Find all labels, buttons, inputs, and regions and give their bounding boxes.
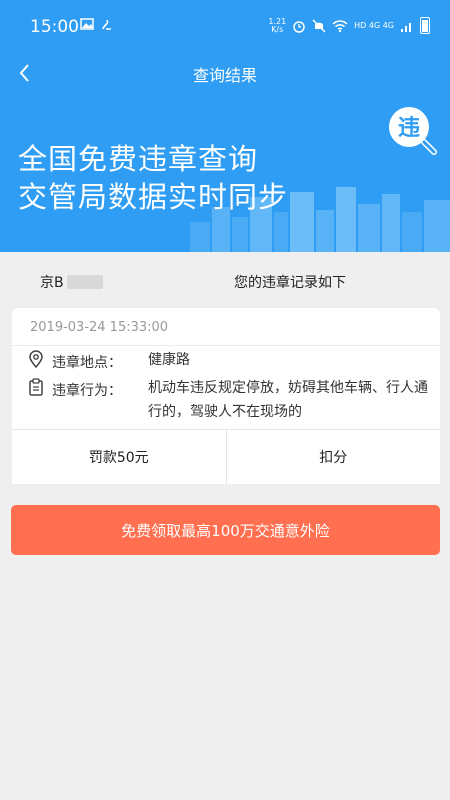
banner-subheadline: 交管局数据实时同步 — [18, 180, 289, 214]
insurance-button[interactable]: 免费领取最高100万交通意外险 — [11, 505, 440, 555]
page-title: 查询结果 — [192, 66, 257, 85]
clipboard-icon — [29, 378, 43, 396]
plate-text: 京B — [40, 275, 64, 291]
signal-icon — [401, 22, 411, 32]
banner-headline: 全国免费违章查询 — [18, 142, 259, 176]
location-pin-icon — [29, 350, 43, 368]
network-label: HD 4G 4G — [354, 21, 394, 30]
location-value: 健康路 — [148, 352, 190, 368]
notification-icon — [102, 19, 111, 30]
location-label: 违章地点： — [52, 355, 122, 371]
status-left-icons — [80, 17, 114, 31]
promo-banner: 全国免费违章查询 交管局数据实时同步 违 — [0, 94, 450, 252]
wifi-icon — [332, 19, 348, 32]
plate-redaction — [66, 275, 103, 289]
status-time: 15:00 — [30, 17, 79, 37]
badge-char: 违 — [398, 115, 420, 141]
behavior-value: 机动车违反规定停放，妨碍其他车辆、行人通行的，驾驶人不在现场的 — [148, 380, 428, 420]
violation-time: 2019-03-24 15:33:00 — [30, 320, 169, 335]
battery-icon — [420, 17, 430, 34]
summary-row: 京B 您的违章记录如下 — [0, 252, 450, 308]
license-plate: 京B — [40, 272, 103, 292]
records-hint: 您的违章记录如下 — [234, 275, 346, 291]
alarm-icon — [293, 20, 305, 33]
net-speed-unit: K/s — [271, 24, 284, 34]
image-icon — [80, 18, 94, 30]
divider — [12, 345, 440, 346]
violation-actions: 罚款50元 扣分 — [12, 429, 440, 484]
net-speed: 1.21 K/s — [268, 17, 286, 34]
nav-bar: 查询结果 — [0, 52, 450, 94]
violation-card: 2019-03-24 15:33:00 违章地点： 健康路 违章行为： 机动车违… — [12, 308, 440, 484]
mute-icon — [312, 18, 326, 33]
behavior-label: 违章行为： — [52, 383, 122, 399]
status-right: 1.21 K/s HD 4G 4G — [268, 17, 430, 34]
status-bar: 15:00 1.21 K/s HD 4G 4G — [0, 0, 450, 52]
points-button[interactable]: 扣分 — [225, 430, 440, 484]
fine-button[interactable]: 罚款50元 — [12, 430, 226, 484]
violation-search-badge-icon: 违 — [385, 103, 437, 155]
